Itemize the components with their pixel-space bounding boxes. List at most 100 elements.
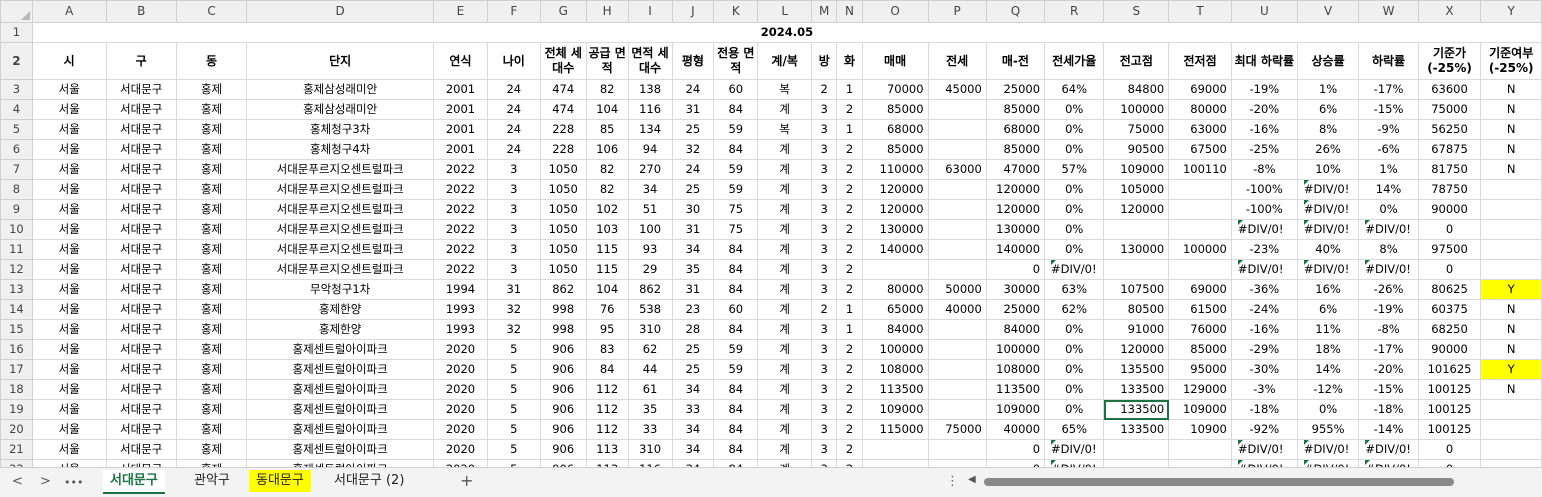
more-sheets-button[interactable]: ••• (64, 476, 83, 489)
cell-h14[interactable]: 76 (585, 299, 629, 320)
cell-u8[interactable]: -100% (1230, 179, 1298, 200)
cell-x18[interactable]: 100125 (1417, 379, 1482, 400)
cell-s16[interactable]: 120000 (1103, 339, 1170, 360)
cell-x16[interactable]: 90000 (1417, 339, 1482, 360)
cell-y17[interactable]: Y (1480, 359, 1542, 380)
cell-y19[interactable] (1480, 399, 1542, 420)
cell-u16[interactable]: -29% (1230, 339, 1298, 360)
cell-k5[interactable]: 59 (713, 119, 759, 140)
cell-f20[interactable]: 5 (486, 419, 541, 440)
cell-l7[interactable]: 계 (757, 159, 813, 180)
cell-x14[interactable]: 60375 (1417, 299, 1482, 320)
cell-s11[interactable]: 130000 (1103, 239, 1170, 260)
cell-b17[interactable]: 서대문구 (105, 359, 177, 380)
cell-y21[interactable] (1480, 439, 1542, 460)
cell-s13[interactable]: 107500 (1103, 279, 1170, 300)
cell-g21[interactable]: 906 (539, 439, 587, 460)
cell-l17[interactable]: 계 (757, 359, 813, 380)
cell-q9[interactable]: 120000 (985, 199, 1046, 220)
column-header-j[interactable]: J (671, 0, 715, 23)
next-sheet-button[interactable]: > (40, 474, 51, 489)
cell-t5[interactable]: 63000 (1168, 119, 1232, 140)
cell-e7[interactable]: 2022 (433, 159, 488, 180)
add-sheet-button[interactable]: + (460, 471, 473, 490)
cell-p14[interactable]: 40000 (927, 299, 987, 320)
cell-j3[interactable]: 24 (671, 79, 715, 100)
cell-j5[interactable]: 25 (671, 119, 715, 140)
cell-p16[interactable] (927, 339, 987, 360)
cell-j17[interactable]: 25 (671, 359, 715, 380)
cell-m11[interactable]: 3 (811, 239, 838, 260)
cell-r12[interactable]: #DIV/0! (1044, 259, 1105, 280)
cell-w13[interactable]: -26% (1358, 279, 1419, 300)
cell-b8[interactable]: 서대문구 (105, 179, 177, 200)
cell-o19[interactable]: 109000 (861, 399, 929, 420)
row-header[interactable]: 12 (0, 259, 33, 280)
cell-k18[interactable]: 84 (713, 379, 759, 400)
cell-t6[interactable]: 67500 (1168, 139, 1232, 160)
cell-b5[interactable]: 서대문구 (105, 119, 177, 140)
field-header-cell[interactable]: 전고점 (1103, 42, 1170, 80)
spreadsheet-grid[interactable]: ABCDEFGHIJKLMNOPQRSTUVWXY 1 2024.05 2 시구… (0, 0, 1542, 480)
cell-d17[interactable]: 홍제센트럴아이파크 (246, 359, 435, 380)
cell-w19[interactable]: -18% (1358, 399, 1419, 420)
cell-n18[interactable]: 2 (836, 379, 863, 400)
cell-t11[interactable]: 100000 (1168, 239, 1232, 260)
cell-b12[interactable]: 서대문구 (105, 259, 177, 280)
cell-g9[interactable]: 1050 (539, 199, 587, 220)
cell-r9[interactable]: 0% (1044, 199, 1105, 220)
horizontal-scrollbar[interactable]: ◀ (968, 474, 1533, 486)
row-header[interactable]: 16 (0, 339, 33, 360)
cell-k10[interactable]: 75 (713, 219, 759, 240)
cell-g10[interactable]: 1050 (539, 219, 587, 240)
cell-u17[interactable]: -30% (1230, 359, 1298, 380)
cell-x9[interactable]: 90000 (1417, 199, 1482, 220)
cell-n20[interactable]: 2 (836, 419, 863, 440)
cell-w15[interactable]: -8% (1358, 319, 1419, 340)
cell-c16[interactable]: 홍제 (175, 339, 248, 360)
cell-u12[interactable]: #DIV/0! (1230, 259, 1298, 280)
cell-a3[interactable]: 서울 (31, 79, 107, 100)
field-header-cell[interactable]: 연식 (433, 42, 488, 80)
cell-i6[interactable]: 94 (627, 139, 673, 160)
cell-j7[interactable]: 24 (671, 159, 715, 180)
cell-a16[interactable]: 서울 (31, 339, 107, 360)
cell-s5[interactable]: 75000 (1103, 119, 1170, 140)
cell-j14[interactable]: 23 (671, 299, 715, 320)
cell-l11[interactable]: 계 (757, 239, 813, 260)
cell-s4[interactable]: 100000 (1103, 99, 1170, 120)
cell-d7[interactable]: 서대문푸르지오센트럴파크 (246, 159, 435, 180)
cell-s18[interactable]: 133500 (1103, 379, 1170, 400)
cell-o10[interactable]: 130000 (861, 219, 929, 240)
cell-k3[interactable]: 60 (713, 79, 759, 100)
row-header[interactable]: 11 (0, 239, 33, 260)
cell-b4[interactable]: 서대문구 (105, 99, 177, 120)
cell-o12[interactable] (861, 259, 929, 280)
cell-a9[interactable]: 서울 (31, 199, 107, 220)
cell-p3[interactable]: 45000 (927, 79, 987, 100)
cell-r21[interactable]: #DIV/0! (1044, 439, 1105, 460)
cell-u13[interactable]: -36% (1230, 279, 1298, 300)
cell-i5[interactable]: 134 (627, 119, 673, 140)
cell-e10[interactable]: 2022 (433, 219, 488, 240)
cell-a17[interactable]: 서울 (31, 359, 107, 380)
cell-v16[interactable]: 18% (1296, 339, 1360, 360)
cell-s21[interactable] (1103, 439, 1170, 460)
field-header-cell[interactable]: 평형 (671, 42, 715, 80)
row-header[interactable]: 5 (0, 119, 33, 140)
cell-e21[interactable]: 2020 (433, 439, 488, 460)
cell-w12[interactable]: #DIV/0! (1358, 259, 1419, 280)
cell-p17[interactable] (927, 359, 987, 380)
cell-d3[interactable]: 홍제삼성래미안 (246, 79, 435, 100)
cell-a8[interactable]: 서울 (31, 179, 107, 200)
column-header-q[interactable]: Q (985, 0, 1046, 23)
cell-h11[interactable]: 115 (585, 239, 629, 260)
cell-d4[interactable]: 홍제삼성래미안 (246, 99, 435, 120)
cell-o13[interactable]: 80000 (861, 279, 929, 300)
column-header-d[interactable]: D (246, 0, 435, 23)
cell-f18[interactable]: 5 (486, 379, 541, 400)
cell-y7[interactable]: N (1480, 159, 1542, 180)
tab-seodaemun-gu[interactable]: 서대문구 (103, 470, 165, 494)
cell-u14[interactable]: -24% (1230, 299, 1298, 320)
cell-m4[interactable]: 3 (811, 99, 838, 120)
